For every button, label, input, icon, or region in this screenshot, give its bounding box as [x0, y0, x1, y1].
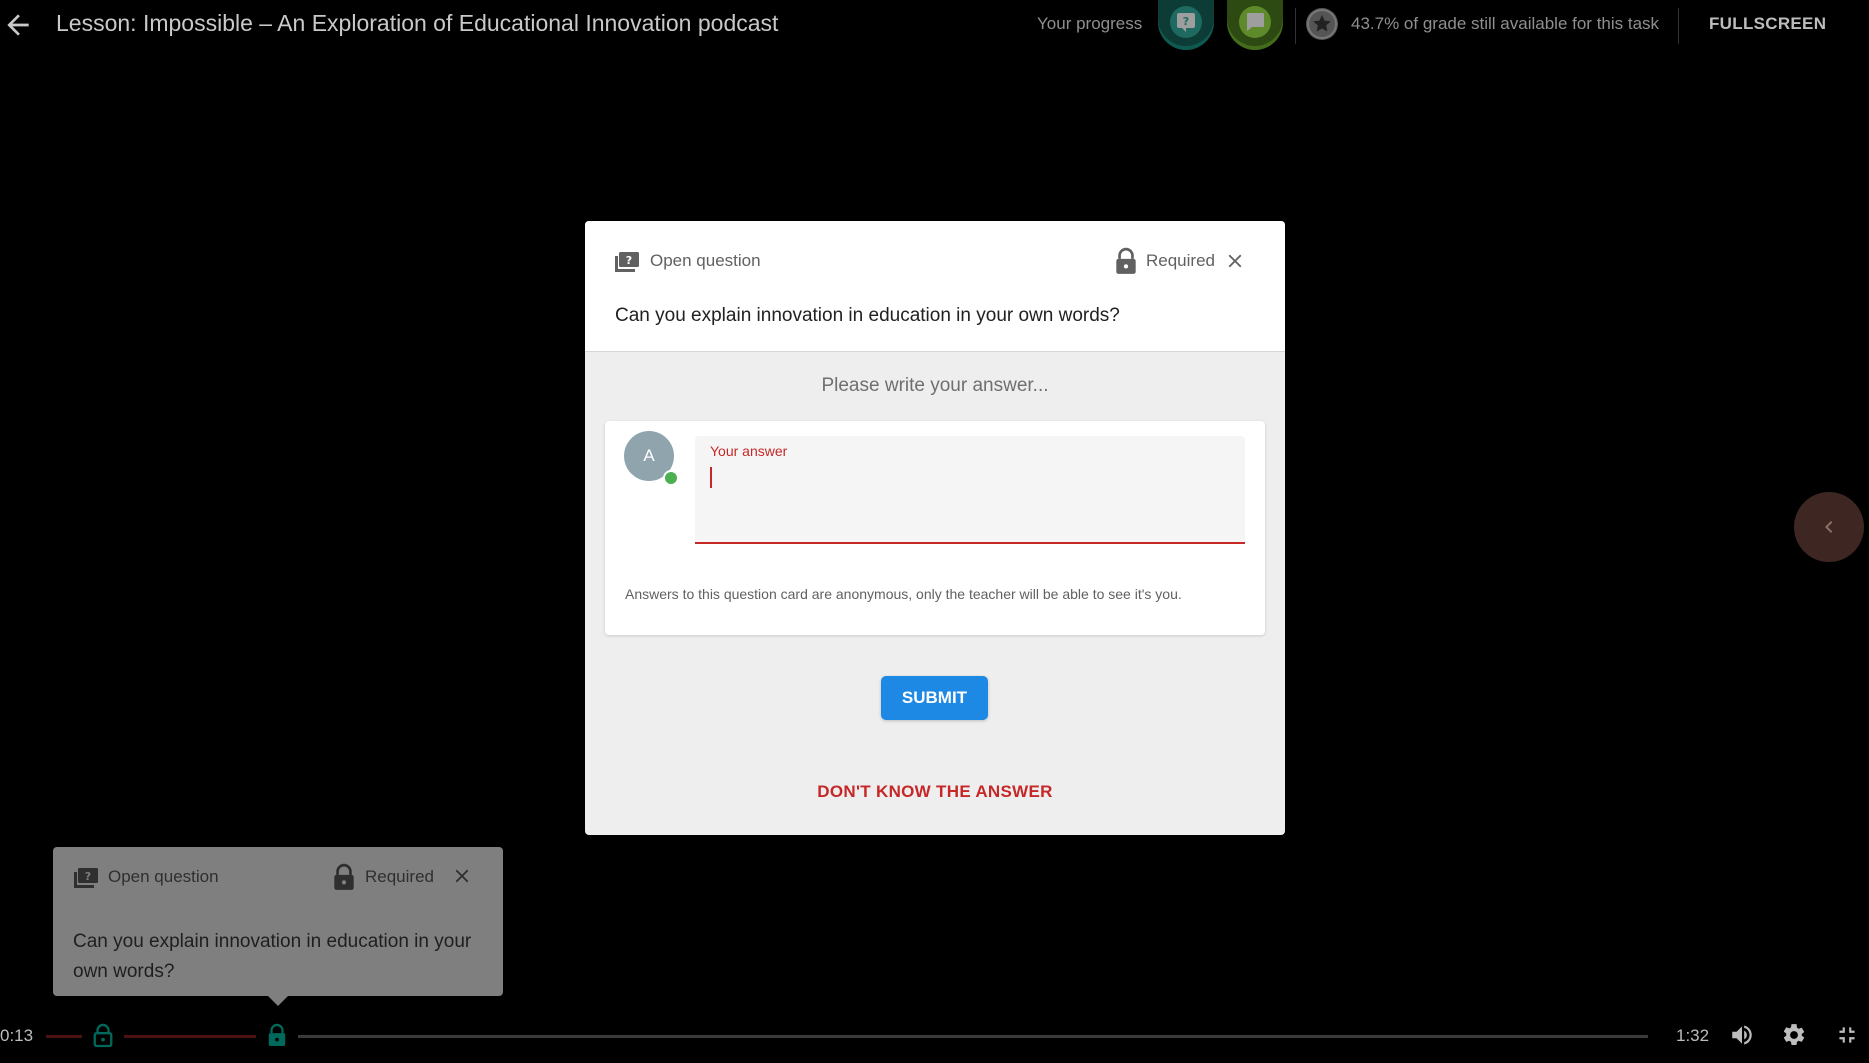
lock-icon	[93, 1023, 113, 1048]
anonymous-note: Answers to this question card are anonym…	[625, 586, 1182, 602]
svg-text:?: ?	[85, 870, 91, 883]
quiz-marker-1[interactable]	[92, 1022, 114, 1053]
grade-badge	[1306, 8, 1338, 40]
open-question-icon: ?	[74, 868, 98, 888]
modal-header: ? Open question Required Can you explain…	[585, 221, 1285, 352]
volume-button[interactable]	[1729, 1022, 1755, 1053]
dont-know-button[interactable]: DON'T KNOW THE ANSWER	[585, 782, 1285, 802]
progress-questions-indicator[interactable]: ?	[1158, 0, 1214, 50]
progress-label: Your progress	[1037, 14, 1143, 33]
fullscreen-button[interactable]: FULLSCREEN	[1709, 14, 1826, 34]
preview-card-pointer	[268, 996, 288, 1006]
submit-button[interactable]: SUBMIT	[881, 676, 988, 720]
svg-text:?: ?	[1183, 15, 1189, 28]
exit-fullscreen-icon	[1839, 1027, 1855, 1043]
divider	[1678, 8, 1679, 44]
back-button[interactable]	[2, 9, 34, 41]
volume-icon	[1732, 1025, 1752, 1045]
divider	[1295, 8, 1296, 44]
top-bar: Lesson: Impossible – An Exploration of E…	[0, 0, 1869, 50]
lesson-title: Lesson: Impossible – An Exploration of E…	[56, 10, 779, 36]
answer-card: A Your answer Answers to this question c…	[605, 421, 1265, 635]
question-preview-card[interactable]: ? Open question Required Can you explain…	[53, 847, 503, 996]
preview-type-label: Open question	[108, 867, 219, 886]
current-time: 0:13	[0, 1026, 34, 1045]
chevron-left-icon	[1825, 521, 1833, 533]
lock-icon	[334, 863, 354, 890]
progress-remaining[interactable]	[298, 1035, 1648, 1038]
question-bubble-icon: ?	[1177, 13, 1195, 32]
close-icon[interactable]	[451, 865, 473, 887]
comment-bubble-icon	[1247, 13, 1264, 31]
progress-played[interactable]	[124, 1035, 256, 1038]
answer-field[interactable]: Your answer	[695, 436, 1245, 544]
lock-icon	[1116, 247, 1136, 274]
settings-button[interactable]	[1781, 1022, 1807, 1053]
progress-played[interactable]	[46, 1035, 82, 1038]
text-cursor	[710, 467, 712, 488]
open-question-icon: ?	[615, 252, 639, 272]
question-type-label: Open question	[650, 251, 761, 270]
side-panel-toggle-button[interactable]	[1794, 492, 1864, 562]
preview-question-text: Can you explain innovation in education …	[73, 931, 472, 982]
svg-text:?: ?	[626, 254, 632, 267]
progress-comments-indicator[interactable]	[1227, 0, 1283, 50]
required-label: Required	[1146, 251, 1215, 270]
star-badge-icon	[1307, 9, 1337, 39]
lock-icon	[268, 1023, 286, 1046]
quiz-marker-2[interactable]	[266, 1022, 288, 1053]
close-icon[interactable]	[1224, 250, 1246, 272]
preview-required-label: Required	[365, 867, 434, 886]
grade-remaining-text: 43.7% of grade still available for this …	[1351, 14, 1660, 33]
exit-fullscreen-button[interactable]	[1834, 1022, 1860, 1053]
question-modal: ? Open question Required Can you explain…	[585, 221, 1285, 835]
online-status-dot	[663, 470, 679, 486]
answer-textarea[interactable]	[709, 464, 1233, 528]
back-arrow-icon	[7, 14, 29, 36]
total-time: 1:32	[1676, 1026, 1710, 1045]
question-text: Can you explain innovation in education …	[615, 305, 1120, 326]
answer-prompt: Please write your answer...	[821, 375, 1049, 396]
gear-icon	[1783, 1024, 1805, 1045]
answer-field-label: Your answer	[710, 443, 788, 459]
